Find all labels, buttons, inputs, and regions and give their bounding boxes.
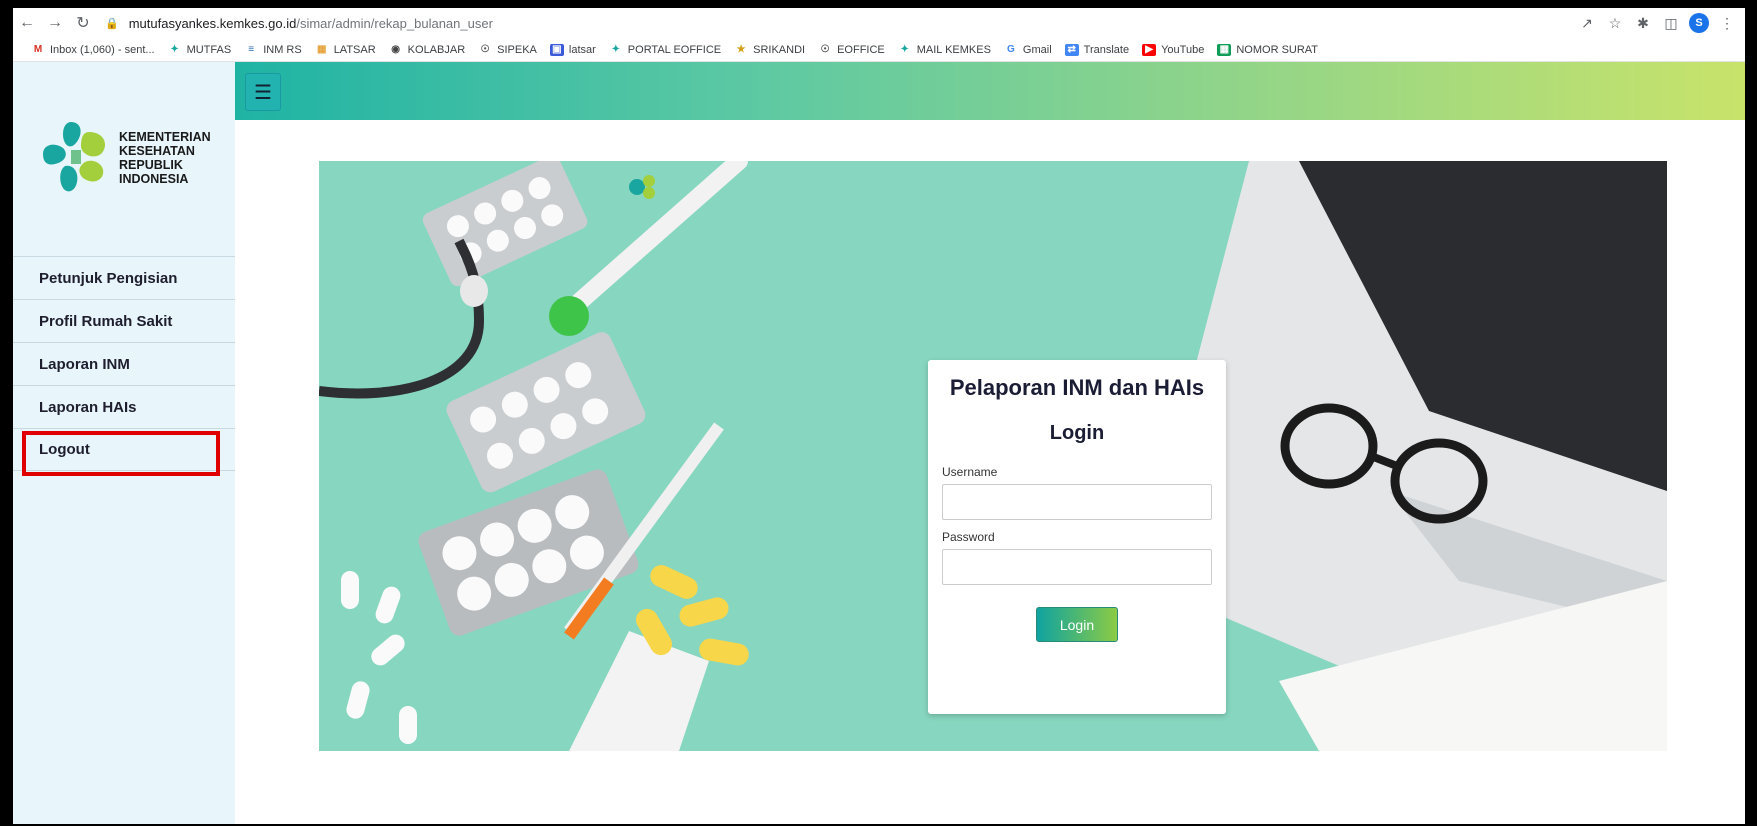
kemenkes-logo-icon xyxy=(43,122,105,192)
toolbar-right: ↗ ☆ ✱ ◫ S ⋮ xyxy=(1573,11,1741,35)
srikandi-icon: ★ xyxy=(736,44,746,55)
sheets-icon: ▦ xyxy=(1217,43,1232,56)
bookmark-mutfas[interactable]: ✦ MUTFAS xyxy=(168,44,231,56)
username-input[interactable] xyxy=(942,484,1212,520)
kemkes-icon: ✦ xyxy=(170,44,179,55)
password-label: Password xyxy=(942,530,995,544)
address-bar-row: ← → ↻ 🔒 mutufasyankes.kemkes.go.id/simar… xyxy=(13,8,1745,38)
bookmark-kolabjar[interactable]: ◉ KOLABJAR xyxy=(389,44,465,56)
reload-icon[interactable]: ↻ xyxy=(69,11,97,35)
bookmark-mail-kemkes[interactable]: ✦ MAIL KEMKES xyxy=(898,44,991,56)
top-bar: ☰ xyxy=(235,62,1745,120)
bookmark-latsar[interactable]: ▦ LATSAR xyxy=(315,44,376,56)
kolabjar-icon: ◉ xyxy=(391,44,401,55)
youtube-icon: ▶ xyxy=(1142,43,1157,56)
login-title: Pelaporan INM dan HAIs xyxy=(949,375,1205,400)
login-card: Pelaporan INM dan HAIs Login Username Pa… xyxy=(928,360,1226,714)
menu-toggle-button[interactable]: ☰ xyxy=(245,73,281,111)
web-page: KEMENTERIAN KESEHATAN REPUBLIK INDONESIA… xyxy=(13,62,1745,824)
kemkes-icon: ✦ xyxy=(611,44,620,55)
username-label: Username xyxy=(942,465,998,479)
calendar-icon: ▣ xyxy=(549,43,564,56)
login-button[interactable]: Login xyxy=(1036,607,1118,642)
lock-icon: 🔒 xyxy=(105,17,119,30)
bookmark-youtube[interactable]: ▶ YouTube xyxy=(1142,43,1204,56)
gmail-icon: M xyxy=(33,44,43,55)
sidebar: KEMENTERIAN KESEHATAN REPUBLIK INDONESIA… xyxy=(13,62,235,824)
inm-icon: ≡ xyxy=(248,44,255,55)
sidepanel-icon[interactable]: ◫ xyxy=(1657,11,1685,35)
bookmark-latsar-calendar[interactable]: ▣ latsar xyxy=(549,43,596,56)
bookmark-translate[interactable]: ⇄ Translate xyxy=(1064,43,1129,56)
profile-avatar[interactable]: S xyxy=(1689,13,1709,33)
url-host: mutufasyankes.kemkes.go.id xyxy=(128,15,297,31)
sidebar-item-petunjuk-pengisian[interactable]: Petunjuk Pengisian xyxy=(13,256,235,299)
bookmark-nomor-surat[interactable]: ▦ NOMOR SURAT xyxy=(1217,43,1318,56)
logo-text: KEMENTERIAN KESEHATAN REPUBLIK INDONESIA xyxy=(119,130,211,186)
more-menu-icon[interactable]: ⋮ xyxy=(1713,11,1741,35)
sidebar-item-laporan-inm[interactable]: Laporan INM xyxy=(13,342,235,385)
globe-icon: ☉ xyxy=(480,44,490,55)
bookmark-srikandi[interactable]: ★ SRIKANDI xyxy=(734,44,805,56)
kemkes-icon: ✦ xyxy=(900,44,909,55)
google-icon: G xyxy=(1007,44,1015,55)
bookmark-inbox[interactable]: M Inbox (1,060) - sent... xyxy=(31,44,155,56)
bookmark-eoffice[interactable]: ☉ EOFFICE xyxy=(818,44,885,56)
sidebar-item-laporan-hais[interactable]: Laporan HAIs xyxy=(13,385,235,428)
url-path: /simar/admin/rekap_bulanan_user xyxy=(296,15,493,31)
password-input[interactable] xyxy=(942,549,1212,585)
forward-icon[interactable]: → xyxy=(41,11,69,35)
bookmark-portal-eoffice[interactable]: ✦ PORTAL EOFFICE xyxy=(609,44,722,56)
star-icon[interactable]: ☆ xyxy=(1601,11,1629,35)
logout-highlight-box xyxy=(22,431,220,476)
bookmark-gmail[interactable]: G Gmail xyxy=(1004,44,1052,56)
back-icon[interactable]: ← xyxy=(13,11,41,35)
url-field[interactable]: 🔒 mutufasyankes.kemkes.go.id/simar/admin… xyxy=(105,16,493,31)
globe-icon: ☉ xyxy=(820,44,830,55)
kemenkes-logo: KEMENTERIAN KESEHATAN REPUBLIK INDONESIA xyxy=(41,119,221,197)
login-subtitle: Login xyxy=(1049,422,1105,444)
bookmarks-bar: M Inbox (1,060) - sent... ✦ MUTFAS ≡ INM RS… xyxy=(13,38,1745,62)
bookmark-inm-rs[interactable]: ≡ INM RS xyxy=(244,44,301,56)
translate-icon: ⇄ xyxy=(1064,43,1079,56)
main-content: Pelaporan INM dan HAIs Login Username Pa… xyxy=(235,120,1745,824)
share-icon[interactable]: ↗ xyxy=(1573,11,1601,35)
sidebar-item-profil-rumah-sakit[interactable]: Profil Rumah Sakit xyxy=(13,299,235,342)
browser-window: ← → ↻ 🔒 mutufasyankes.kemkes.go.id/simar… xyxy=(13,8,1745,824)
bookmark-sipeka[interactable]: ☉ SIPEKA xyxy=(478,44,537,56)
extensions-icon[interactable]: ✱ xyxy=(1629,11,1657,35)
grid-icon: ▦ xyxy=(316,44,327,55)
hero-image: Pelaporan INM dan HAIs Login Username Pa… xyxy=(319,161,1667,751)
